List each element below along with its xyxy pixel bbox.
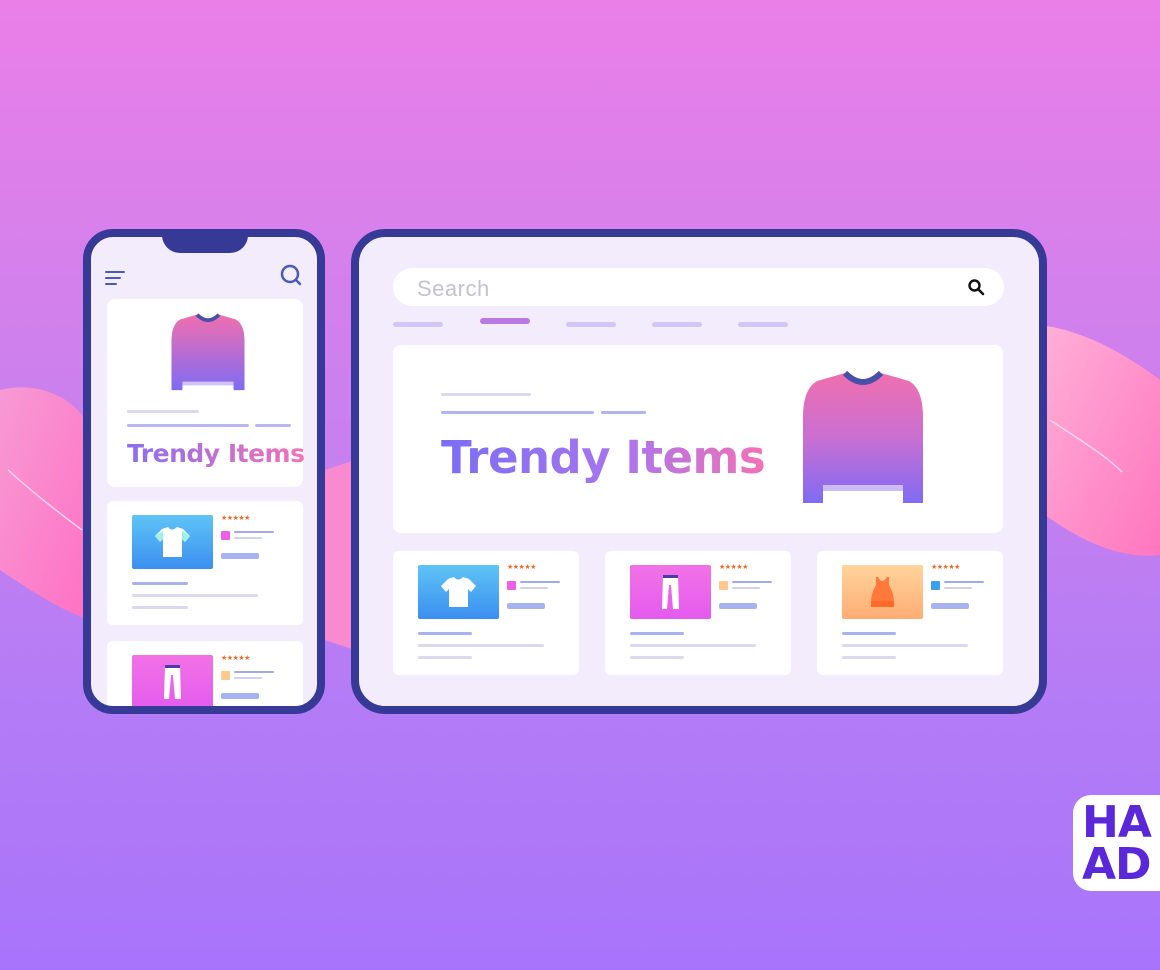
hero-line [255, 424, 291, 427]
tank-top-icon [871, 577, 894, 607]
rating-stars: ★★★★★ [221, 515, 250, 522]
hero-title: Trendy Items [441, 431, 766, 484]
tablet-mockup: Search Trendy Items ★★★★★ ★★★★★ ★★★★★ [351, 229, 1047, 714]
hero-title: Trendy Items [127, 439, 305, 468]
phone-notch [162, 237, 248, 253]
product-line [520, 587, 548, 589]
product-line [732, 587, 760, 589]
rating-stars: ★★★★★ [931, 564, 960, 571]
product-line [132, 606, 188, 609]
product-line [630, 632, 684, 635]
tshirt-icon [155, 527, 190, 557]
hero-line [127, 424, 249, 427]
product-line [944, 587, 972, 589]
tab-1[interactable] [393, 322, 443, 327]
product-price [507, 603, 545, 609]
search-icon[interactable] [967, 278, 985, 296]
product-card[interactable]: ★★★★★ [107, 501, 303, 625]
product-line [132, 594, 258, 597]
product-card[interactable]: ★★★★★ [605, 551, 791, 675]
color-swatch [719, 581, 728, 590]
color-swatch [221, 671, 230, 680]
search-placeholder: Search [417, 276, 490, 301]
phone-hero-card[interactable]: Trendy Items [107, 299, 303, 487]
product-line [630, 644, 756, 647]
tab-2[interactable] [480, 318, 530, 324]
pants-icon [164, 665, 181, 699]
product-price [719, 603, 757, 609]
product-card[interactable]: ★★★★★ [393, 551, 579, 675]
product-line [944, 581, 984, 583]
rating-stars: ★★★★★ [221, 655, 250, 662]
hero-line [601, 411, 646, 414]
sweater-icon [803, 370, 923, 503]
logo-line-2: AD [1082, 839, 1152, 890]
product-line [234, 671, 274, 673]
product-card[interactable]: ★★★★★ [107, 641, 303, 706]
pants-icon [662, 575, 679, 609]
search-input[interactable]: Search [393, 268, 1004, 306]
hero-line [441, 411, 594, 414]
product-price [931, 603, 969, 609]
brand-logo: HA AD [1073, 795, 1160, 891]
product-thumbnail [842, 565, 923, 619]
product-line [234, 677, 262, 679]
rating-stars: ★★★★★ [507, 564, 536, 571]
product-line [132, 582, 188, 585]
product-line [418, 644, 544, 647]
product-line [520, 581, 560, 583]
phone-mockup: Trendy Items ★★★★★ ★★★★★ [83, 229, 325, 714]
product-line [842, 656, 896, 659]
product-thumbnail [630, 565, 711, 619]
sweater-icon [171, 313, 245, 391]
color-swatch [507, 581, 516, 590]
hero-line [127, 410, 199, 413]
rating-stars: ★★★★★ [719, 564, 748, 571]
tab-4[interactable] [652, 322, 702, 327]
tshirt-icon [441, 577, 476, 607]
product-line [732, 581, 772, 583]
hamburger-menu-icon[interactable] [105, 269, 127, 287]
product-line [418, 656, 472, 659]
color-swatch [221, 531, 230, 540]
product-card[interactable]: ★★★★★ [817, 551, 1003, 675]
color-swatch [931, 581, 940, 590]
product-thumbnail [132, 655, 213, 706]
product-line [842, 632, 896, 635]
product-price [221, 553, 259, 559]
hero-line [441, 393, 531, 396]
product-line [418, 632, 472, 635]
product-thumbnail [132, 515, 213, 569]
product-thumbnail [418, 565, 499, 619]
tab-5[interactable] [738, 322, 788, 327]
hero-banner[interactable]: Trendy Items [393, 345, 1003, 533]
tab-3[interactable] [566, 322, 616, 327]
search-icon[interactable] [279, 263, 303, 287]
product-line [234, 537, 262, 539]
product-line [630, 656, 684, 659]
product-line [842, 644, 968, 647]
product-price [221, 693, 259, 699]
product-line [234, 531, 274, 533]
